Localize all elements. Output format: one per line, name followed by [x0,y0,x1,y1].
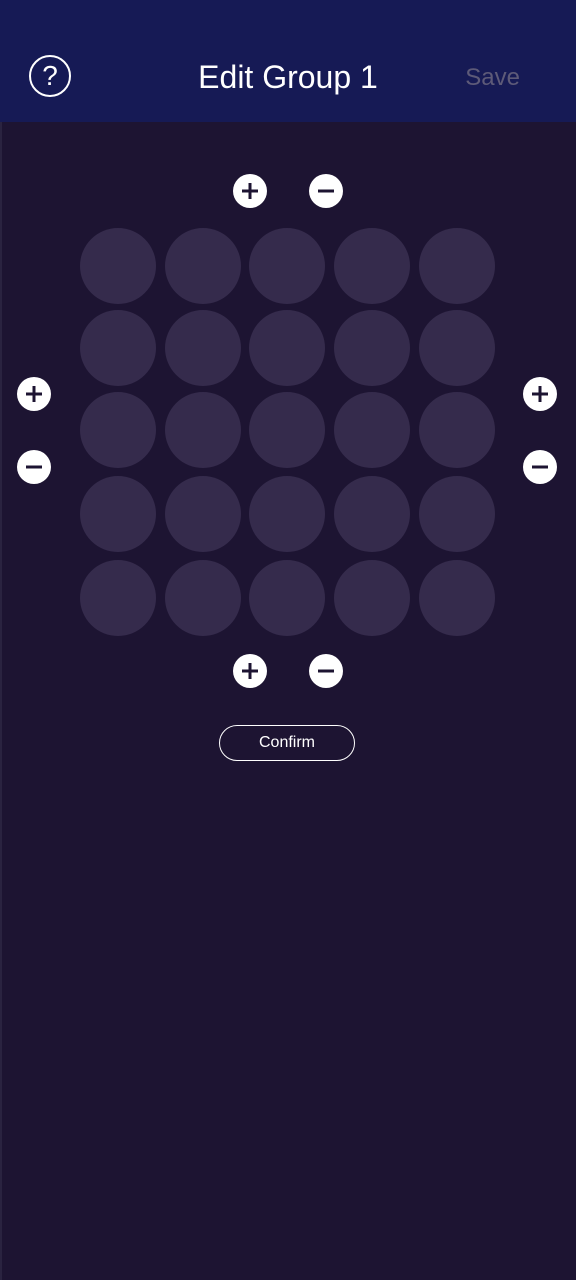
grid-cell[interactable] [80,560,156,636]
remove-bottom-row-button[interactable] [309,654,343,688]
edit-group-screen: ? Edit Group 1 Save Confirm [0,0,576,1280]
grid-cell[interactable] [334,476,410,552]
minus-icon [26,465,42,469]
app-header: ? Edit Group 1 Save [0,0,576,122]
grid-cell[interactable] [419,310,495,386]
minus-icon [318,189,334,193]
plus-icon [242,663,258,679]
plus-icon [532,386,548,402]
minus-icon [318,669,334,673]
plus-icon [242,183,258,199]
grid-cell[interactable] [334,560,410,636]
left-divider [0,122,2,1280]
grid-cell[interactable] [334,392,410,468]
remove-top-row-button[interactable] [309,174,343,208]
grid-cell[interactable] [249,228,325,304]
grid-cell[interactable] [249,476,325,552]
grid-cell[interactable] [80,392,156,468]
grid-cell[interactable] [80,476,156,552]
grid-cell[interactable] [249,560,325,636]
grid-cell[interactable] [249,392,325,468]
save-button[interactable]: Save [465,62,520,94]
grid-cell[interactable] [334,228,410,304]
grid-cell[interactable] [419,476,495,552]
grid-cell[interactable] [249,310,325,386]
grid-cell[interactable] [165,310,241,386]
add-bottom-row-button[interactable] [233,654,267,688]
remove-left-column-button[interactable] [17,450,51,484]
grid-cell[interactable] [419,228,495,304]
plus-icon [26,386,42,402]
grid-cell[interactable] [165,560,241,636]
grid-cell[interactable] [80,228,156,304]
grid-cell[interactable] [419,560,495,636]
grid-cell[interactable] [165,392,241,468]
grid-cell[interactable] [419,392,495,468]
add-right-column-button[interactable] [523,377,557,411]
grid-cell[interactable] [334,310,410,386]
grid-cell[interactable] [80,310,156,386]
confirm-button[interactable]: Confirm [219,725,355,761]
add-top-row-button[interactable] [233,174,267,208]
minus-icon [532,465,548,469]
grid-cell[interactable] [165,476,241,552]
add-left-column-button[interactable] [17,377,51,411]
remove-right-column-button[interactable] [523,450,557,484]
grid-cell[interactable] [165,228,241,304]
